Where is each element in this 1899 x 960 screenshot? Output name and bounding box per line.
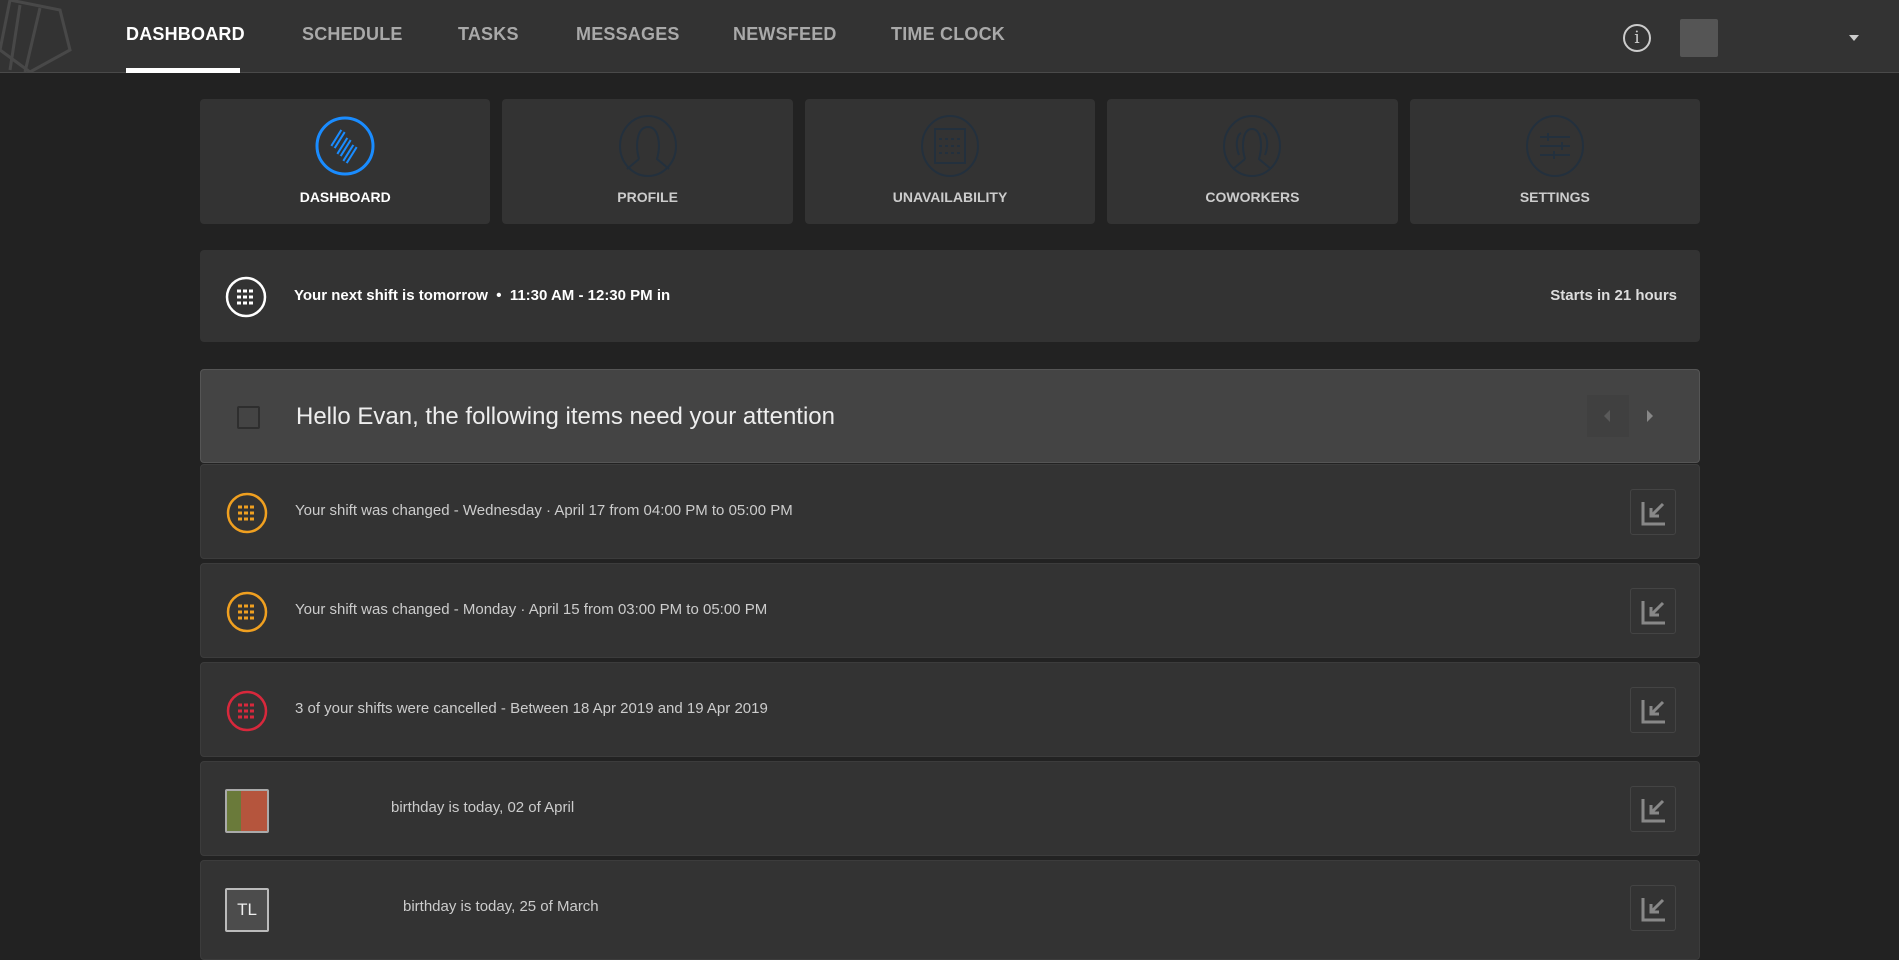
next-shift-banner[interactable]: Your next shift is tomorrow • 11:30 AM -… — [200, 250, 1700, 342]
card-label: PROFILE — [617, 189, 678, 205]
list-item[interactable]: Your shift was changed - Monday · April … — [200, 563, 1700, 658]
arrow-down-left-icon — [1641, 898, 1665, 922]
coworker-initials-avatar: TL — [225, 888, 269, 932]
list-item[interactable]: TL birthday is today, 25 of March — [200, 860, 1700, 960]
open-item-button[interactable] — [1630, 885, 1676, 931]
arrow-down-left-icon — [1641, 799, 1665, 823]
arrow-down-left-icon — [1641, 502, 1665, 526]
list-item[interactable]: Your shift was changed - Wednesday · Apr… — [200, 464, 1700, 559]
shift-starts-in: Starts in 21 hours — [1550, 287, 1677, 304]
shift-changed-icon — [226, 591, 268, 633]
next-shift-text: Your next shift is tomorrow • 11:30 AM -… — [294, 287, 671, 304]
attention-header: Hello Evan, the following items need you… — [200, 369, 1700, 463]
open-item-button[interactable] — [1630, 786, 1676, 832]
quick-nav-cards: DASHBOARD PROFILE UNAVAILABILITY COWORKE… — [200, 99, 1701, 224]
item-text: birthday is today, 25 of March — [403, 898, 599, 915]
open-item-button[interactable] — [1630, 489, 1676, 535]
attention-title: Hello Evan, the following items need you… — [296, 403, 835, 430]
item-text: Your shift was changed - Wednesday · Apr… — [295, 502, 793, 519]
tab-schedule[interactable]: SCHEDULE — [302, 24, 403, 45]
item-text: Your shift was changed - Monday · April … — [295, 601, 768, 618]
next-page-button[interactable] — [1629, 395, 1671, 437]
tab-time-clock[interactable]: TIME CLOCK — [891, 24, 1005, 45]
info-icon[interactable]: i — [1623, 24, 1651, 52]
profile-icon — [618, 115, 677, 177]
calendar-icon — [921, 115, 980, 177]
shift-changed-icon — [226, 492, 268, 534]
card-coworkers[interactable]: COWORKERS — [1107, 99, 1398, 224]
tab-tasks[interactable]: TASKS — [458, 24, 519, 45]
card-label: SETTINGS — [1519, 189, 1590, 205]
open-item-button[interactable] — [1630, 588, 1676, 634]
prev-page-button[interactable] — [1587, 395, 1629, 437]
tab-messages[interactable]: MESSAGES — [576, 24, 680, 45]
card-label: UNAVAILABILITY — [892, 189, 1008, 205]
tab-dashboard[interactable]: DASHBOARD — [126, 24, 245, 45]
chevron-right-icon — [1647, 410, 1653, 422]
tab-newsfeed[interactable]: NEWSFEED — [733, 24, 837, 45]
top-nav: DASHBOARD SCHEDULE TASKS MESSAGES NEWSFE… — [0, 0, 1899, 73]
card-label: COWORKERS — [1205, 189, 1300, 205]
shift-icon — [225, 276, 267, 318]
card-label: DASHBOARD — [299, 189, 391, 205]
chevron-left-icon — [1604, 410, 1610, 422]
select-all-checkbox[interactable] — [237, 406, 260, 429]
user-avatar[interactable] — [1680, 19, 1718, 57]
card-settings[interactable]: SETTINGS — [1409, 99, 1701, 224]
dashboard-icon — [315, 116, 375, 176]
arrow-down-left-icon — [1641, 700, 1665, 724]
list-item[interactable]: birthday is today, 02 of April — [200, 761, 1700, 856]
item-text: birthday is today, 02 of April — [391, 799, 575, 816]
logo-icon — [0, 0, 72, 72]
shift-cancelled-icon — [226, 690, 268, 732]
active-tab-indicator — [126, 68, 240, 73]
sliders-icon — [1525, 115, 1584, 177]
open-item-button[interactable] — [1630, 687, 1676, 733]
list-item[interactable]: 3 of your shifts were cancelled - Betwee… — [200, 662, 1700, 757]
item-text: 3 of your shifts were cancelled - Betwee… — [295, 700, 768, 717]
coworker-photo — [225, 789, 269, 833]
user-menu-caret-icon[interactable] — [1849, 35, 1859, 41]
card-profile[interactable]: PROFILE — [502, 99, 793, 224]
card-unavailability[interactable]: UNAVAILABILITY — [804, 99, 1096, 224]
card-dashboard[interactable]: DASHBOARD — [200, 99, 491, 224]
arrow-down-left-icon — [1641, 601, 1665, 625]
coworkers-icon — [1223, 115, 1282, 177]
